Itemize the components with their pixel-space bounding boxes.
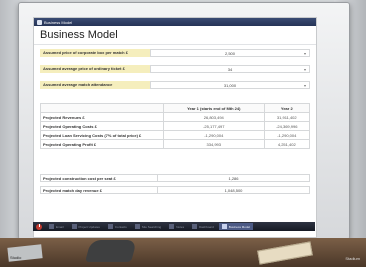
form-label: Assumed average match attendance	[40, 81, 150, 89]
corporate-box-price-row: Assumed price of corporate box per match…	[40, 49, 310, 57]
attendance-select[interactable]: 31,000 ▾	[150, 81, 310, 89]
desk-label-right: Stadium	[345, 256, 360, 261]
select-value: 34	[227, 67, 233, 72]
projections-table: Year 1 (starts end of Mth 24) Year 2 Pro…	[40, 103, 311, 149]
taskbar-item-site-searching[interactable]: Site Searching	[132, 223, 165, 230]
construction-cost-value: 1,286	[158, 174, 310, 182]
taskbar-item-business-model[interactable]: Business Model	[218, 223, 253, 230]
taskbar-label: Business Model	[228, 224, 250, 229]
form-label: Assumed price of corporate box per match…	[40, 49, 150, 57]
window-titlebar: Business Model	[34, 18, 316, 26]
taskbar-label: Email	[56, 224, 64, 229]
page-title: Business Model	[34, 26, 316, 45]
taskbar-item-email[interactable]: Email	[46, 223, 67, 230]
business-model-window: Business Model Business Model Assumed pr…	[33, 17, 317, 238]
year1-value: 26,803,494	[163, 112, 265, 122]
row-label: Projected Loan Servicing Costs (7% of to…	[40, 130, 164, 140]
match-day-revenue-value: 1,048,500	[158, 186, 310, 194]
business-model-icon	[221, 224, 227, 229]
app-icon	[37, 19, 42, 25]
taskbar-item-contacts[interactable]: Contacts	[105, 223, 130, 230]
taskbar-item-dashboard[interactable]: Dashboard	[189, 223, 217, 230]
site-searching-icon	[134, 224, 140, 229]
email-icon	[49, 224, 54, 229]
table-row: Projected Revenues £ 26,803,494 31,911,4…	[40, 112, 311, 122]
select-value: 2,500	[224, 51, 235, 56]
column-header	[40, 103, 164, 113]
taskbar-item-notes[interactable]: Notes	[166, 223, 187, 230]
year1-value: -25,177,497	[163, 121, 265, 131]
desk-phone[interactable]	[85, 240, 137, 262]
year2-value: -1,290,004	[263, 130, 311, 140]
contacts-icon	[107, 224, 113, 229]
year1-value: -1,290,004	[163, 130, 265, 140]
year2-value: 31,911,402	[263, 112, 311, 122]
attendance-row: Assumed average match attendance 31,000 …	[40, 81, 310, 89]
taskbar: Email Project Updates Contacts Site Sear…	[33, 222, 315, 231]
row-label: Projected Operating Costs £	[40, 121, 164, 131]
row-label: Projected Operating Profit £	[40, 139, 164, 149]
taskbar-item-project-updates[interactable]: Project Updates	[69, 223, 103, 230]
ticket-price-select[interactable]: 34 ▾	[150, 65, 310, 73]
column-header: Year 1 (starts end of Mth 24)	[163, 103, 265, 113]
taskbar-label: Dashboard	[199, 224, 214, 229]
info-label: Projected match day revenue £	[40, 186, 158, 194]
year1-value: 334,993	[163, 139, 265, 149]
construction-cost-row: Projected construction cost per seat £ 1…	[40, 174, 310, 182]
taskbar-label: Contacts	[114, 224, 127, 229]
desk-label-left: Studio	[10, 255, 22, 260]
select-value: 31,000	[223, 83, 237, 88]
info-label: Projected construction cost per seat £	[40, 174, 158, 182]
app-title: Business Model	[44, 19, 73, 25]
year2-value: -24,369,996	[263, 121, 311, 131]
table-header-row: Year 1 (starts end of Mth 24) Year 2	[40, 103, 311, 113]
corporate-box-price-select[interactable]: 2,500 ▾	[150, 49, 310, 57]
taskbar-label: Project Updates	[78, 224, 100, 229]
row-label: Projected Revenues £	[40, 112, 164, 122]
ticket-price-row: Assumed average price of ordinary ticket…	[40, 65, 310, 73]
notes-icon	[169, 224, 175, 229]
table-row: Projected Loan Servicing Costs (7% of to…	[40, 130, 311, 140]
year2-value: 4,251,402	[263, 139, 311, 149]
chevron-down-icon[interactable]: ▾	[304, 50, 306, 58]
taskbar-label: Notes	[176, 224, 185, 229]
form-label: Assumed average price of ordinary ticket…	[40, 65, 150, 73]
table-row: Projected Operating Profit £ 334,993 4,2…	[40, 139, 311, 149]
project-updates-icon	[71, 224, 77, 229]
table-row: Projected Operating Costs £ -25,177,497 …	[40, 121, 311, 131]
taskbar-label: Site Searching	[141, 224, 162, 229]
dashboard-icon	[192, 224, 198, 229]
power-icon[interactable]	[36, 223, 42, 230]
column-header: Year 2	[263, 103, 311, 113]
match-day-revenue-row: Projected match day revenue £ 1,048,500	[40, 186, 310, 194]
chevron-down-icon[interactable]: ▾	[304, 66, 306, 74]
chevron-down-icon[interactable]: ▾	[304, 82, 306, 90]
